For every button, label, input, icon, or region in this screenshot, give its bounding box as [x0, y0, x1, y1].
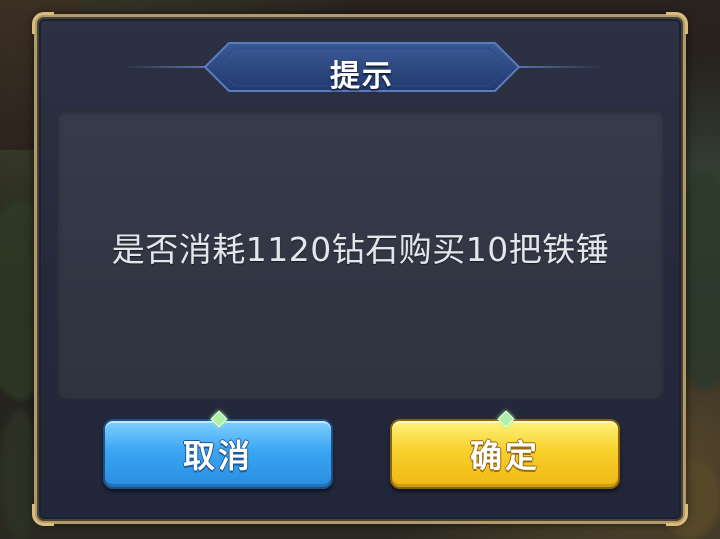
- frame-corner-ornament: [32, 12, 54, 34]
- cancel-button-label: 取消: [182, 437, 253, 475]
- dialog-title: 提示: [330, 59, 394, 94]
- dialog-message: 是否消耗1120钻石购买10把铁锤: [111, 230, 610, 269]
- title-decoration-line: [513, 66, 603, 68]
- confirm-dialog: 提示 是否消耗1120钻石购买10把铁锤 取消 确定: [32, 12, 688, 526]
- confirm-button-label: 确定: [469, 437, 540, 475]
- gem-icon: [497, 410, 515, 428]
- frame-corner-ornament: [666, 12, 688, 34]
- title-decoration-line: [121, 66, 211, 68]
- gem-icon: [210, 410, 228, 428]
- title-banner: 提示: [203, 41, 521, 94]
- confirm-button[interactable]: 确定: [390, 410, 620, 489]
- frame-corner-ornament: [32, 504, 54, 526]
- message-panel: 是否消耗1120钻石购买10把铁锤: [57, 109, 664, 399]
- cancel-button[interactable]: 取消: [103, 410, 333, 489]
